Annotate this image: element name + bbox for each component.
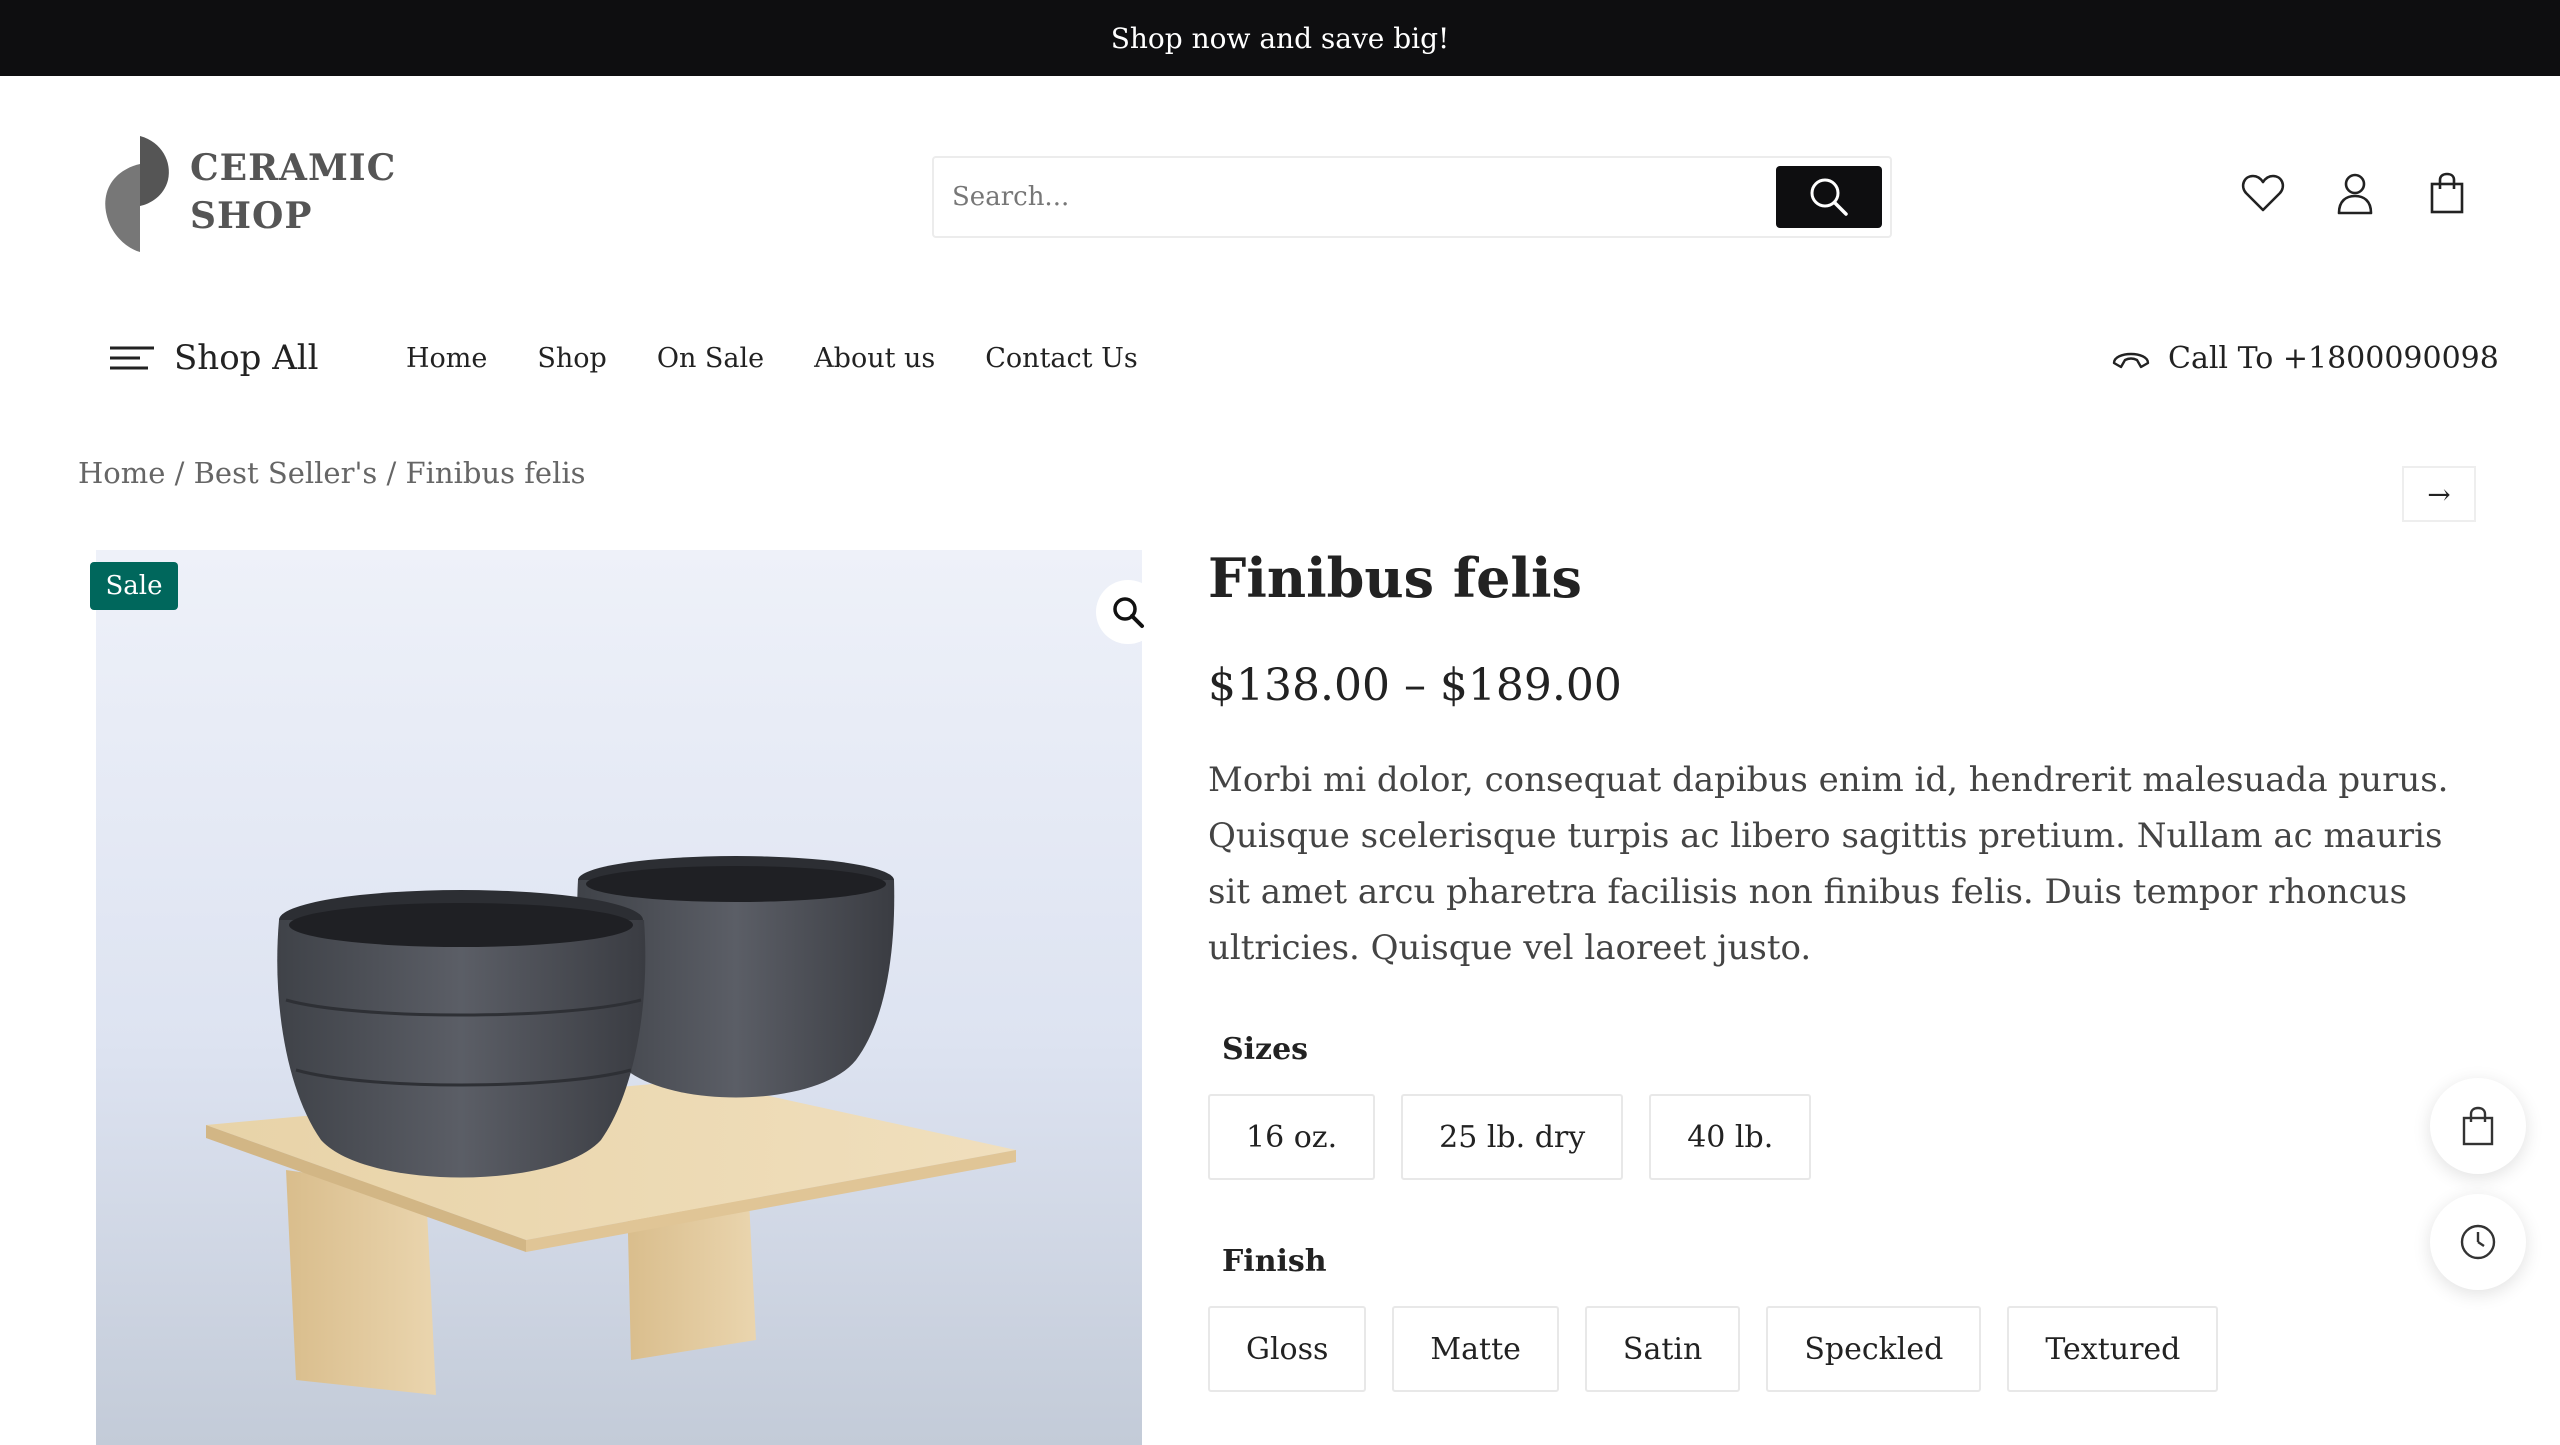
nav-link-shop[interactable]: Shop <box>537 343 606 374</box>
finish-option-speckled[interactable]: Speckled <box>1766 1306 1982 1392</box>
wishlist-button[interactable] <box>2240 170 2286 216</box>
shopping-bag-icon <box>2430 172 2464 214</box>
floating-history-button[interactable] <box>2430 1194 2526 1290</box>
nav-links: Home Shop On Sale About us Contact Us <box>406 330 1138 386</box>
logo-line-2: SHOP <box>190 195 313 237</box>
next-product-button[interactable]: → <box>2402 466 2476 522</box>
clock-icon <box>2460 1224 2496 1260</box>
product-price: $138.00 – $189.00 <box>1208 660 1622 711</box>
breadcrumb[interactable]: Home / Best Seller's / Finibus felis <box>78 456 586 490</box>
size-options: 16 oz. 25 lb. dry 40 lb. <box>1208 1094 1812 1180</box>
nav-link-home[interactable]: Home <box>406 343 487 374</box>
finish-option-gloss[interactable]: Gloss <box>1208 1306 1367 1392</box>
header-actions <box>2240 170 2470 216</box>
arrow-right-icon: → <box>2427 477 2451 511</box>
phone-icon <box>2112 352 2150 369</box>
nav-link-on-sale[interactable]: On Sale <box>657 343 764 374</box>
site-logo[interactable]: CERAMIC SHOP <box>100 134 395 254</box>
size-option-25-lb-dry[interactable]: 25 lb. dry <box>1401 1094 1624 1180</box>
logo-mark-icon <box>105 136 169 252</box>
logo-text: CERAMIC SHOP <box>190 144 396 240</box>
nav-link-about-us[interactable]: About us <box>814 343 935 374</box>
announcement-bar: Shop now and save big! <box>0 0 2560 76</box>
search-button[interactable] <box>1776 166 1882 228</box>
search-input[interactable] <box>952 172 1732 222</box>
announcement-text: Shop now and save big! <box>1110 21 1450 55</box>
finish-options: Gloss Matte Satin Speckled Textured <box>1208 1306 2219 1392</box>
zoom-button[interactable] <box>1096 580 1160 644</box>
call-label: Call To +1800090098 <box>2168 340 2499 376</box>
finish-option-textured[interactable]: Textured <box>2007 1306 2219 1392</box>
main-nav: Shop All Home Shop On Sale About us Cont… <box>0 330 2560 390</box>
heart-icon <box>2241 174 2285 212</box>
call-link[interactable]: Call To +1800090098 <box>2110 330 2499 386</box>
finish-option-matte[interactable]: Matte <box>1392 1306 1559 1392</box>
shop-all-label: Shop All <box>174 338 319 378</box>
size-option-16-oz[interactable]: 16 oz. <box>1208 1094 1376 1180</box>
logo-line-1: CERAMIC <box>190 147 397 189</box>
floating-cart-button[interactable] <box>2430 1078 2526 1174</box>
product-description: Morbi mi dolor, consequat dapibus enim i… <box>1208 760 2449 968</box>
product-photo <box>96 550 1142 1445</box>
product-image[interactable] <box>96 550 1142 1445</box>
finish-option-satin[interactable]: Satin <box>1584 1306 1741 1392</box>
shop-all-button[interactable]: Shop All <box>108 330 319 386</box>
search-icon <box>1810 178 1848 216</box>
account-button[interactable] <box>2332 170 2378 216</box>
sale-badge: Sale <box>90 562 178 610</box>
nav-link-contact-us[interactable]: Contact Us <box>985 343 1137 374</box>
magnifier-icon <box>1113 597 1144 628</box>
finish-label: Finish <box>1222 1244 1327 1279</box>
product-title: Finibus felis <box>1208 546 1582 610</box>
search-bar <box>932 156 1892 238</box>
cart-button[interactable] <box>2424 170 2470 216</box>
size-option-40-lb[interactable]: 40 lb. <box>1649 1094 1812 1180</box>
menu-lines-icon <box>110 346 154 370</box>
user-icon <box>2337 173 2373 215</box>
shopping-bag-icon <box>2462 1106 2494 1146</box>
sizes-label: Sizes <box>1222 1032 1309 1067</box>
